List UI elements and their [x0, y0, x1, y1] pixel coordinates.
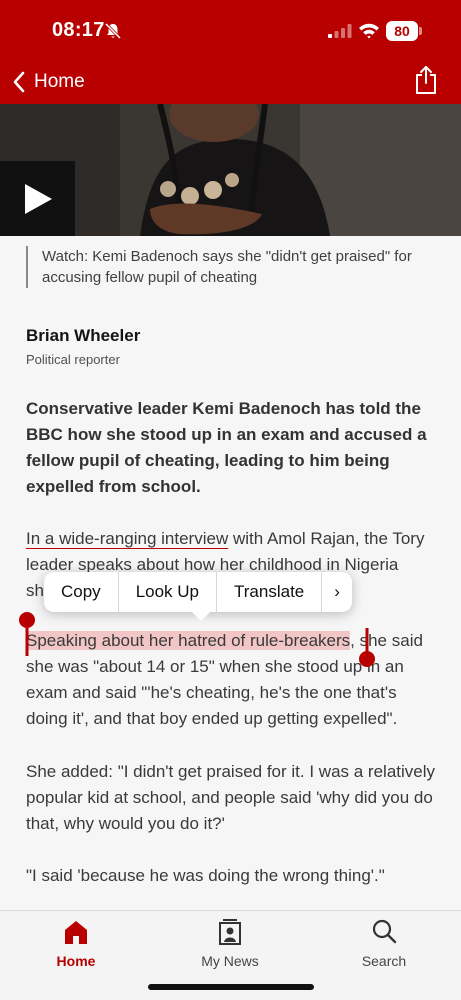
- my-news-icon: [219, 919, 241, 945]
- selection-start-handle[interactable]: [18, 612, 36, 656]
- status-time: 08:17: [52, 19, 105, 41]
- selection-end-handle[interactable]: [358, 628, 376, 670]
- article-paragraph: Speaking about her hatred of rule-breake…: [26, 628, 438, 732]
- interview-link[interactable]: In a wide-ranging interview: [26, 529, 228, 548]
- home-indicator: [148, 984, 314, 990]
- bell-slash-icon: [104, 22, 122, 40]
- more-menu-item[interactable]: ›: [322, 572, 352, 612]
- tab-home-label: Home: [56, 953, 96, 969]
- home-icon: [65, 921, 87, 944]
- text-selection-menu: Copy Look Up Translate ›: [44, 572, 352, 621]
- tab-search[interactable]: Search: [334, 917, 434, 969]
- author-role: Political reporter: [26, 352, 120, 367]
- wifi-icon: [359, 23, 379, 39]
- search-icon: [372, 919, 397, 944]
- top-header: 08:17 80 Home: [0, 0, 461, 104]
- video-caption: Watch: Kemi Badenoch says she "didn't ge…: [26, 246, 436, 288]
- battery-level: 80: [386, 21, 418, 41]
- copy-menu-item[interactable]: Copy: [44, 572, 119, 612]
- battery-icon: 80: [386, 21, 422, 41]
- selected-text[interactable]: Speaking about her hatred of rule-breake…: [26, 631, 351, 650]
- translate-menu-item[interactable]: Translate: [217, 572, 323, 612]
- author-name: Brian Wheeler: [26, 326, 141, 345]
- tab-home[interactable]: Home: [26, 917, 126, 969]
- play-icon: [24, 183, 52, 214]
- back-label: Home: [34, 71, 85, 92]
- article-paragraph: She added: "I didn't get praised for it.…: [26, 762, 436, 833]
- article-lead: Conservative leader Kemi Badenoch has to…: [26, 399, 427, 496]
- signal-icon: [328, 24, 352, 38]
- share-icon[interactable]: [412, 64, 440, 96]
- tab-my-news-label: My News: [201, 953, 259, 969]
- chevron-left-icon: [13, 71, 25, 93]
- back-button[interactable]: Home: [12, 66, 85, 98]
- play-button[interactable]: [0, 161, 75, 236]
- tab-my-news[interactable]: My News: [180, 917, 280, 969]
- video-player[interactable]: [0, 104, 461, 236]
- article-paragraph: "I said 'because he was doing the wrong …: [26, 866, 385, 885]
- look-up-menu-item[interactable]: Look Up: [119, 572, 218, 612]
- tab-search-label: Search: [361, 953, 407, 969]
